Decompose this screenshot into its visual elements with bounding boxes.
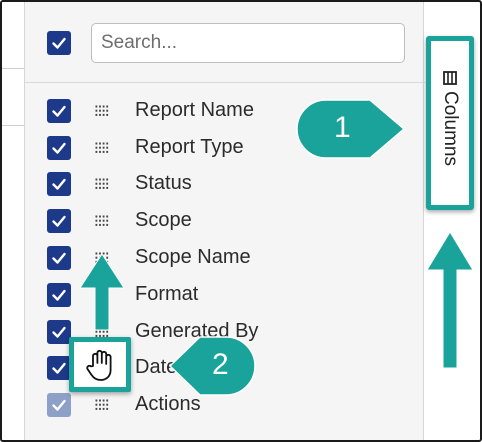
columns-side-tab[interactable]: Columns (426, 36, 474, 210)
check-icon (52, 105, 66, 117)
callout-shape (296, 99, 406, 159)
divider (2, 125, 24, 126)
check-icon (52, 399, 66, 411)
callout-number: 2 (212, 348, 229, 381)
column-checkbox[interactable] (47, 283, 71, 307)
check-icon (52, 178, 66, 190)
check-icon (52, 142, 66, 154)
check-icon (52, 37, 66, 49)
hand-grab-icon (86, 349, 112, 381)
select-all-checkbox[interactable] (47, 31, 71, 55)
column-checkbox (47, 393, 71, 417)
drag-handle-icon[interactable] (95, 215, 109, 227)
check-icon (52, 326, 66, 338)
callout-2: 2 (168, 335, 256, 402)
check-icon (52, 362, 66, 374)
column-label: Format (135, 283, 199, 305)
drag-handle-icon[interactable] (95, 178, 109, 190)
drag-handle-icon[interactable] (95, 399, 109, 411)
divider (2, 68, 24, 69)
column-checkbox[interactable] (47, 246, 71, 270)
arrow-up-icon (426, 231, 474, 369)
column-label: Report Type (135, 136, 244, 158)
column-label: Report Name (135, 99, 254, 121)
arrow-up-icon (79, 253, 125, 331)
column-option[interactable]: Scope (25, 204, 425, 238)
callout-number: 1 (334, 111, 351, 144)
columns-icon (443, 71, 457, 85)
column-checkbox[interactable] (47, 356, 71, 380)
column-checkbox[interactable] (47, 136, 71, 160)
screenshot-frame: Report Name Report Type Status Scope Scope N… (0, 0, 482, 442)
background-page-edge (2, 2, 24, 440)
check-icon (52, 252, 66, 264)
column-checkbox[interactable] (47, 99, 71, 123)
callout-1: 1 (296, 98, 408, 165)
column-label: Scope Name (135, 246, 251, 268)
column-checkbox[interactable] (47, 172, 71, 196)
check-icon (52, 289, 66, 301)
column-option[interactable]: Status (25, 167, 425, 201)
drag-handle-icon[interactable] (95, 105, 109, 117)
drag-hand-highlight (69, 337, 131, 392)
column-picker-header (25, 2, 425, 83)
drag-handle-icon[interactable] (95, 142, 109, 154)
search-input[interactable] (91, 23, 405, 63)
columns-tab-label: Columns (440, 91, 461, 166)
check-icon (52, 215, 66, 227)
column-checkbox[interactable] (47, 320, 71, 344)
column-checkbox[interactable] (47, 209, 71, 233)
column-label: Scope (135, 209, 192, 231)
column-label: Status (135, 172, 192, 194)
